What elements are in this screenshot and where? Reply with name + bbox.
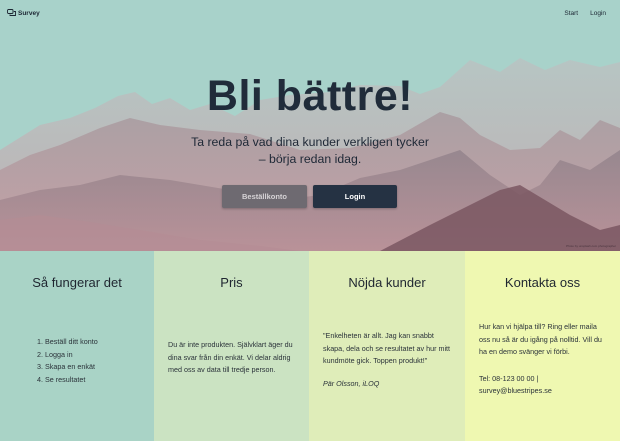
hero-subtitle-line2: – börja redan idag. [258, 152, 362, 166]
contact-title: Kontakta oss [504, 275, 581, 290]
mountain-background-image [0, 58, 620, 251]
login-button[interactable]: Login [313, 185, 397, 208]
how-it-works-title: Så fungerar det [32, 275, 122, 290]
step-item: 2. Logga in [37, 349, 73, 359]
info-sections: Så fungerar det 1. Beställ ditt konto 2.… [0, 251, 620, 441]
brand-logo[interactable]: Survey [7, 9, 40, 17]
step-item: 1. Beställ ditt konto [37, 337, 98, 346]
brand-name: Survey [18, 9, 40, 17]
photo-credit: Photo by unsplash.com photographer [566, 244, 616, 248]
step-item: 3. Skapa en enkät [37, 362, 95, 371]
contact-email[interactable]: survey@bluestripes.se [479, 385, 610, 398]
nav-link-start[interactable]: Start [564, 10, 578, 17]
top-navbar: Survey Start Login [0, 0, 620, 30]
customers-title: Nöjda kunder [348, 275, 426, 290]
contact-section: Kontakta oss Hur kan vi hjälpa till? Rin… [465, 251, 620, 441]
order-account-button[interactable]: Beställkonto [222, 185, 307, 208]
hero-subtitle-line1: Ta reda på vad dina kunder verkligen tyc… [191, 135, 429, 149]
price-text: Du är inte produkten. Självklart äger du… [168, 340, 293, 374]
how-it-works-section: Så fungerar det 1. Beställ ditt konto 2.… [0, 251, 154, 441]
nav-link-login[interactable]: Login [590, 10, 606, 17]
hero-section: Survey Start Login Bli bättre! Ta reda p… [0, 0, 620, 251]
price-title: Pris [220, 275, 243, 290]
contact-phone[interactable]: Tel: 08-123 00 00 | [479, 373, 610, 386]
contact-text: Hur kan vi hjälpa till? Ring eller maila… [479, 322, 602, 356]
step-item: 4. Se resultatet [37, 374, 86, 384]
hero-subtitle: Ta reda på vad dina kunder verkligen tyc… [0, 134, 620, 168]
chat-bubbles-icon [7, 9, 16, 16]
customers-section: Nöjda kunder "Enkelheten är allt. Jag ka… [309, 251, 465, 441]
steps-list: 1. Beställ ditt konto 2. Logga in 3. Ska… [37, 336, 144, 386]
customer-quote: "Enkelheten är allt. Jag kan snabbt skap… [323, 331, 451, 365]
price-section: Pris Du är inte produkten. Självklart äg… [154, 251, 309, 441]
quote-author: Pär Olsson, iLOQ [323, 378, 380, 388]
hero-title: Bli bättre! [206, 72, 414, 120]
